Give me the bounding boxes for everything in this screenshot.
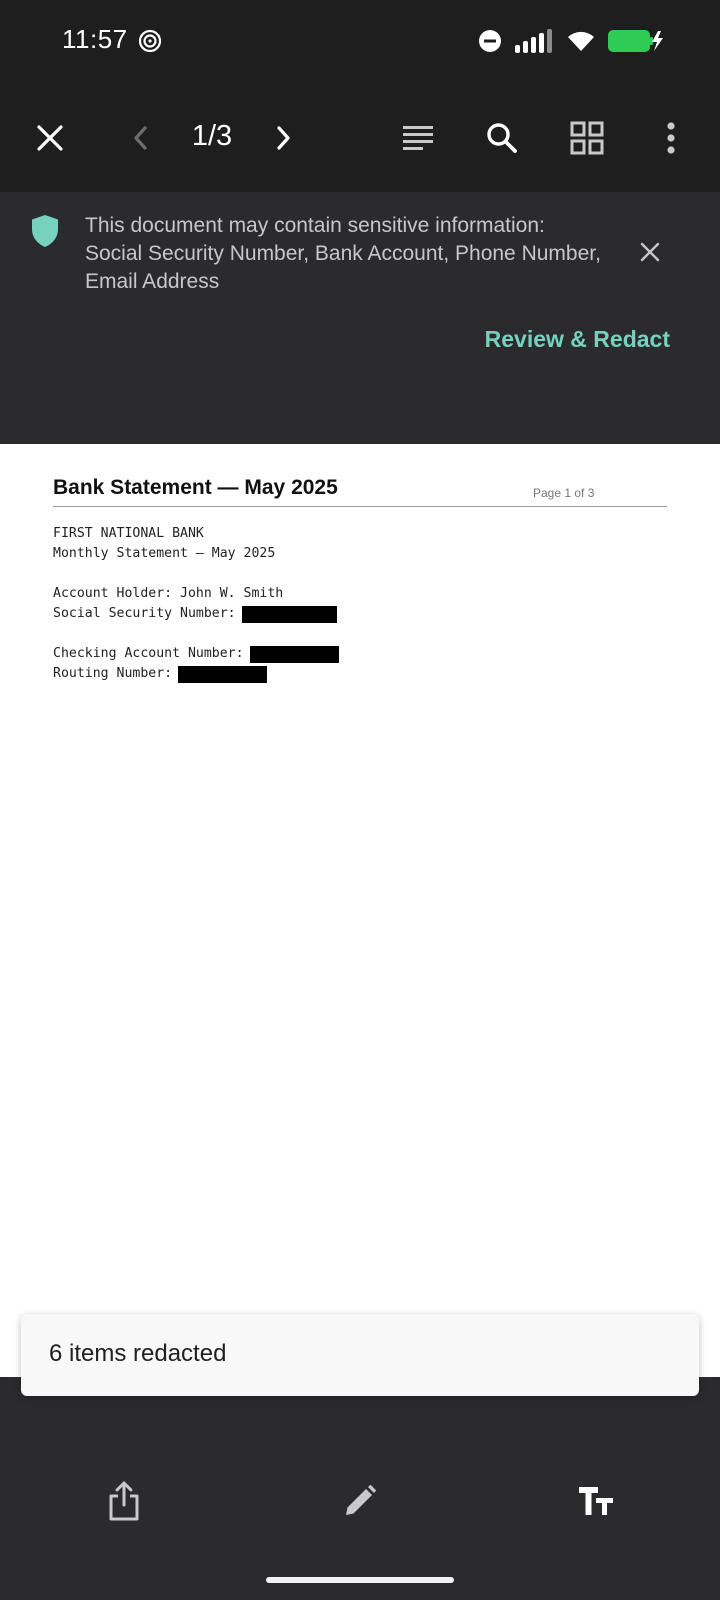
- document-body: FIRST NATIONAL BANK Monthly Statement — …: [53, 524, 339, 684]
- next-page-button[interactable]: [252, 106, 316, 170]
- spiral-notification-icon: [138, 29, 162, 53]
- checking-label: Checking Account Number:: [53, 646, 244, 661]
- more-vert-icon: [667, 122, 675, 154]
- checking-line: Checking Account Number:: [53, 644, 339, 664]
- close-icon: [640, 242, 660, 262]
- document-title: Bank Statement — May 2025: [53, 476, 338, 499]
- banner-message: This document may contain sensitive info…: [85, 214, 601, 293]
- review-redact-button[interactable]: Review & Redact: [485, 326, 670, 353]
- text-size-icon: [579, 1487, 613, 1515]
- banner-dismiss-button[interactable]: [630, 232, 670, 272]
- search-icon: [487, 123, 517, 153]
- snackbar-message: 6 items redacted: [49, 1340, 227, 1367]
- document-page-label: Page 1 of 3: [533, 486, 595, 500]
- more-options-button[interactable]: [639, 106, 703, 170]
- shield-icon: [32, 215, 58, 247]
- document-page: Bank Statement — May 2025 Page 1 of 3 FI…: [0, 444, 720, 1377]
- top-toolbar: 1/3: [0, 84, 720, 192]
- routing-label: Routing Number:: [53, 666, 173, 681]
- statement-line: Monthly Statement — May 2025: [53, 546, 276, 561]
- bottom-action-bar: [0, 1377, 720, 1600]
- status-bar: 11:57: [0, 0, 720, 84]
- do-not-disturb-icon: [479, 30, 501, 52]
- text-view-icon: [403, 126, 433, 150]
- cellular-signal-icon: [515, 29, 552, 53]
- battery-charging-icon: [608, 30, 663, 52]
- edit-button[interactable]: [328, 1469, 392, 1533]
- grid-view-button[interactable]: [555, 106, 619, 170]
- page-indicator: 1/3: [191, 120, 233, 152]
- redaction-box-routing[interactable]: [178, 665, 268, 683]
- sensitive-info-banner: This document may contain sensitive info…: [0, 192, 720, 444]
- redaction-snackbar: 6 items redacted: [21, 1314, 699, 1396]
- share-icon: [109, 1481, 139, 1521]
- ssn-line: Social Security Number:: [53, 604, 339, 624]
- routing-line: Routing Number:: [53, 664, 339, 684]
- title-divider: [53, 506, 667, 507]
- wifi-icon: [568, 31, 594, 51]
- bank-name: FIRST NATIONAL BANK: [53, 526, 204, 541]
- status-icons: [466, 26, 664, 56]
- close-icon: [37, 125, 63, 151]
- edit-pencil-icon: [346, 1484, 377, 1515]
- previous-page-button[interactable]: [108, 106, 172, 170]
- home-indicator[interactable]: [266, 1577, 454, 1583]
- chevron-left-icon: [134, 126, 147, 150]
- grid-view-icon: [570, 121, 604, 155]
- chevron-right-icon: [277, 126, 290, 150]
- ssn-label: Social Security Number:: [53, 606, 236, 621]
- status-time: 11:57: [62, 24, 128, 54]
- text-size-button[interactable]: [564, 1469, 628, 1533]
- search-button[interactable]: [470, 106, 534, 170]
- close-button[interactable]: [18, 106, 82, 170]
- account-holder-line: Account Holder: John W. Smith: [53, 586, 284, 601]
- redaction-box-checking[interactable]: [249, 645, 339, 663]
- redaction-box-ssn[interactable]: [241, 605, 337, 623]
- text-view-button[interactable]: [386, 106, 450, 170]
- share-button[interactable]: [92, 1469, 156, 1533]
